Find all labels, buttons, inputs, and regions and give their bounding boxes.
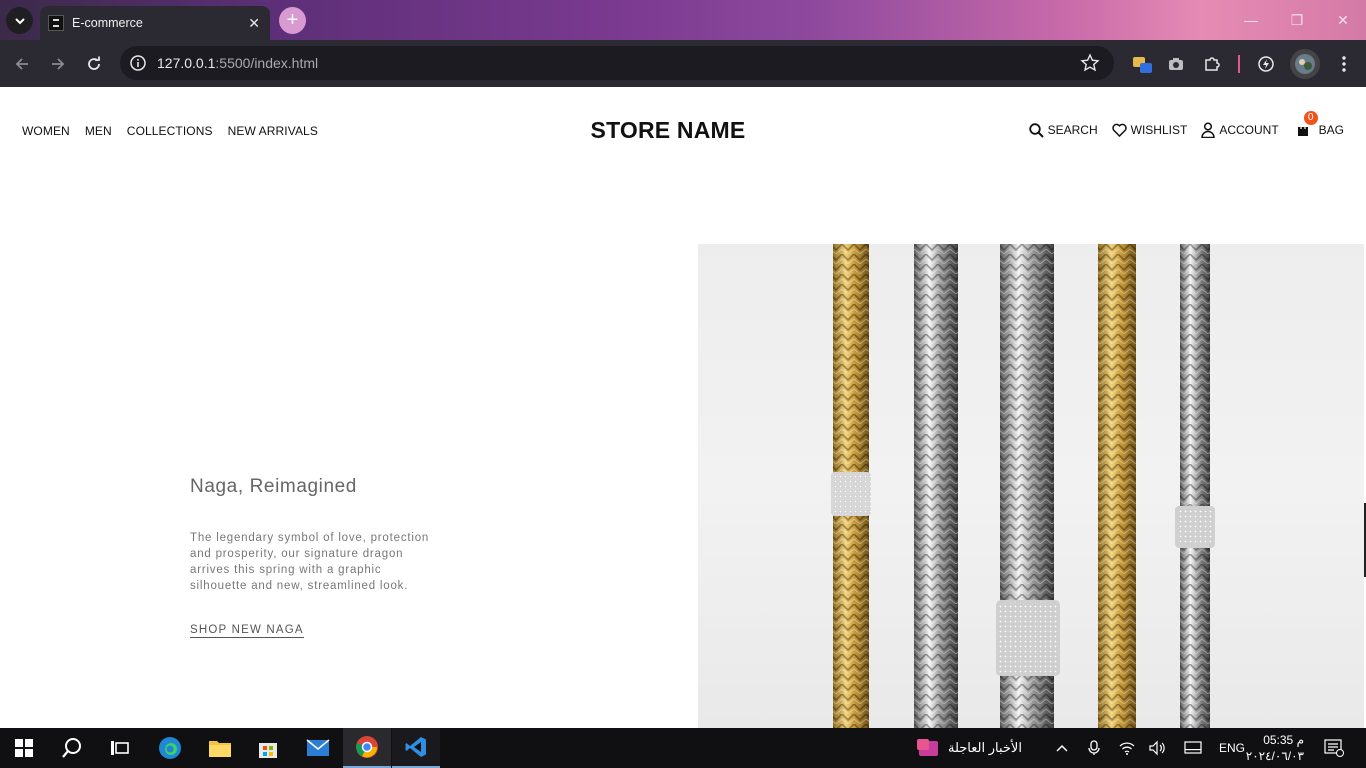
search-link[interactable]: SEARCH (1028, 122, 1098, 138)
tab-search-button[interactable] (6, 7, 33, 34)
wifi-icon[interactable] (1118, 728, 1136, 768)
chevron-down-icon (14, 17, 25, 24)
browser-toolbar: 127.0.0.1:5500/index.html (0, 40, 1366, 87)
menu-kebab-icon[interactable] (1332, 52, 1356, 76)
wishlist-label: WISHLIST (1130, 123, 1188, 137)
address-bar[interactable]: 127.0.0.1:5500/index.html (120, 46, 1114, 80)
windows-start-icon[interactable] (0, 728, 48, 768)
web-page: WOMEN MEN COLLECTIONS NEW ARRIVALS STORE… (0, 87, 1366, 728)
camera-icon[interactable] (1164, 52, 1188, 76)
bag-count-badge: 0 (1303, 111, 1318, 125)
minimize-icon[interactable]: — (1228, 0, 1274, 40)
vscode-taskbar-icon[interactable] (392, 728, 440, 768)
favicon-icon (48, 15, 64, 31)
hero-title: Naga, Reimagined (190, 476, 357, 497)
url-text[interactable]: 127.0.0.1:5500/index.html (157, 55, 318, 71)
volume-icon[interactable] (1148, 728, 1166, 768)
toolbar-divider (1238, 55, 1240, 73)
user-icon (1201, 122, 1216, 138)
search-icon (1028, 122, 1044, 138)
clock-time: 05:35 م (1263, 733, 1304, 747)
tab-title: E-commerce (72, 16, 143, 30)
bag-icon (1297, 123, 1308, 136)
system-clock[interactable]: 05:35 م ٢٠٢٤/٠٦/٠٣ (1246, 732, 1304, 764)
utility-nav: SEARCH WISHLIST ACCOUNT 0 BAG (1015, 111, 1344, 138)
restore-icon[interactable]: ❐ (1274, 0, 1320, 40)
profile-avatar[interactable] (1290, 49, 1320, 79)
reload-icon[interactable] (82, 52, 106, 76)
account-link[interactable]: ACCOUNT (1201, 122, 1279, 138)
chrome-taskbar-icon[interactable] (343, 728, 391, 768)
hero-description: The legendary symbol of love, protection… (190, 532, 430, 592)
browser-tab-strip: E-commerce ✕ + — ❐ ✕ (0, 0, 1366, 40)
shop-new-naga-link[interactable]: SHOP NEW NAGA (190, 624, 304, 638)
windows-taskbar: الأخبار العاجلة ENG 05:35 م ٢٠٢٤/٠٦/٠٣ (0, 728, 1366, 768)
close-icon[interactable]: ✕ (248, 15, 260, 32)
bookmark-star-icon[interactable] (1080, 53, 1100, 78)
display-icon[interactable] (1184, 728, 1202, 768)
new-tab-button[interactable]: + (279, 7, 306, 34)
extension-icon[interactable] (1130, 52, 1154, 76)
site-info-icon[interactable] (128, 53, 148, 73)
clock-date: ٢٠٢٤/٠٦/٠٣ (1245, 749, 1304, 763)
mail-app-icon[interactable] (294, 728, 342, 768)
search-label: SEARCH (1047, 123, 1098, 137)
bag-label: BAG (1318, 123, 1344, 137)
hero-image-chains (698, 244, 1364, 728)
site-header: WOMEN MEN COLLECTIONS NEW ARRIVALS STORE… (0, 87, 1366, 175)
news-label: الأخبار العاجلة (948, 740, 1022, 755)
browser-tab[interactable]: E-commerce ✕ (40, 6, 270, 40)
forward-icon[interactable] (46, 52, 70, 76)
mic-icon[interactable] (1087, 728, 1101, 768)
bag-link[interactable]: 0 BAG (1297, 111, 1344, 137)
heart-icon (1111, 123, 1127, 137)
news-widget[interactable]: الأخبار العاجلة (916, 728, 1022, 768)
file-explorer-icon[interactable] (196, 728, 244, 768)
language-indicator[interactable]: ENG (1219, 728, 1245, 768)
news-icon (917, 739, 938, 756)
hero-text: Naga, Reimagined The legendary symbol of… (190, 476, 450, 638)
performance-icon[interactable] (1254, 52, 1278, 76)
search-taskbar-icon[interactable] (48, 728, 96, 768)
wishlist-link[interactable]: WISHLIST (1111, 123, 1188, 137)
close-window-icon[interactable]: ✕ (1320, 0, 1366, 40)
task-view-icon[interactable] (96, 728, 144, 768)
store-app-icon[interactable] (244, 728, 292, 768)
show-hidden-icons-chevron[interactable] (1055, 728, 1069, 768)
puzzle-icon[interactable] (1200, 52, 1224, 76)
back-icon[interactable] (10, 52, 34, 76)
edge-browser-icon[interactable] (146, 728, 194, 768)
chain-bracelets-image (831, 244, 1215, 728)
account-label: ACCOUNT (1219, 123, 1279, 137)
notification-icon[interactable] (1324, 728, 1344, 768)
